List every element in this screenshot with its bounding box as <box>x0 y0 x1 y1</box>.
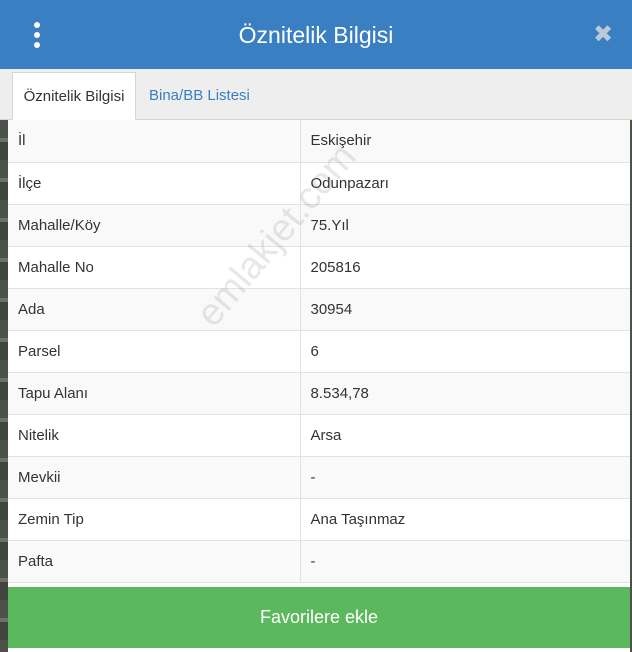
table-row: İlçe Odunpazarı <box>8 162 630 205</box>
row-label: Pafta <box>8 540 300 583</box>
add-to-favorites-button[interactable]: Favorilere ekle <box>8 587 630 648</box>
row-value: Eskişehir <box>299 120 630 163</box>
row-label: İlçe <box>8 162 300 205</box>
tab-bar: Öznitelik Bilgisi Bina/BB Listesi <box>0 69 632 120</box>
row-label: Ada <box>8 288 300 331</box>
table-row: Ada 30954 <box>8 288 630 331</box>
row-value: Arsa <box>299 414 630 457</box>
row-value: - <box>299 540 630 583</box>
table-row: Nitelik Arsa <box>8 414 630 457</box>
table-row: Zemin Tip Ana Taşınmaz <box>8 498 630 541</box>
dialog-title: Öznitelik Bilgisi <box>238 22 394 48</box>
table-row: Mevkii - <box>8 456 630 499</box>
row-label: Mahalle No <box>8 246 300 289</box>
table-row: Parsel 6 <box>8 330 630 373</box>
row-label: Mahalle/Köy <box>8 204 300 247</box>
row-value: 30954 <box>299 288 630 331</box>
row-label: Parsel <box>8 330 300 373</box>
row-label: Zemin Tip <box>8 498 300 541</box>
row-label: Tapu Alanı <box>8 372 300 415</box>
row-value: Odunpazarı <box>299 162 630 205</box>
row-value: 205816 <box>299 246 630 289</box>
row-label: İl <box>8 120 300 163</box>
table-row: Mahalle/Köy 75.Yıl <box>8 204 630 247</box>
table-row: İl Eskişehir <box>8 120 630 163</box>
table-row: Mahalle No 205816 <box>8 246 630 289</box>
attribute-info-dialog: Öznitelik Bilgisi ✖ Öznitelik Bilgisi Bi… <box>0 0 632 652</box>
tab-building-list[interactable]: Bina/BB Listesi <box>137 72 262 120</box>
attribute-table-container: İl Eskişehir İlçe Odunpazarı Mahalle/Köy… <box>8 120 630 583</box>
row-label: Nitelik <box>8 414 300 457</box>
row-label: Mevkii <box>8 456 300 499</box>
table-row: Tapu Alanı 8.534,78 <box>8 372 630 415</box>
row-value: 8.534,78 <box>299 372 630 415</box>
close-icon[interactable]: ✖ <box>592 22 614 48</box>
table-row: Pafta - <box>8 540 630 583</box>
row-value: Ana Taşınmaz <box>299 498 630 541</box>
backdrop-edge <box>0 120 8 652</box>
attribute-table: İl Eskişehir İlçe Odunpazarı Mahalle/Köy… <box>8 120 630 583</box>
dialog-header: Öznitelik Bilgisi ✖ <box>0 0 632 69</box>
tab-attribute-info[interactable]: Öznitelik Bilgisi <box>12 72 136 120</box>
row-value: 75.Yıl <box>299 204 630 247</box>
row-value: 6 <box>299 330 630 373</box>
row-value: - <box>299 456 630 499</box>
